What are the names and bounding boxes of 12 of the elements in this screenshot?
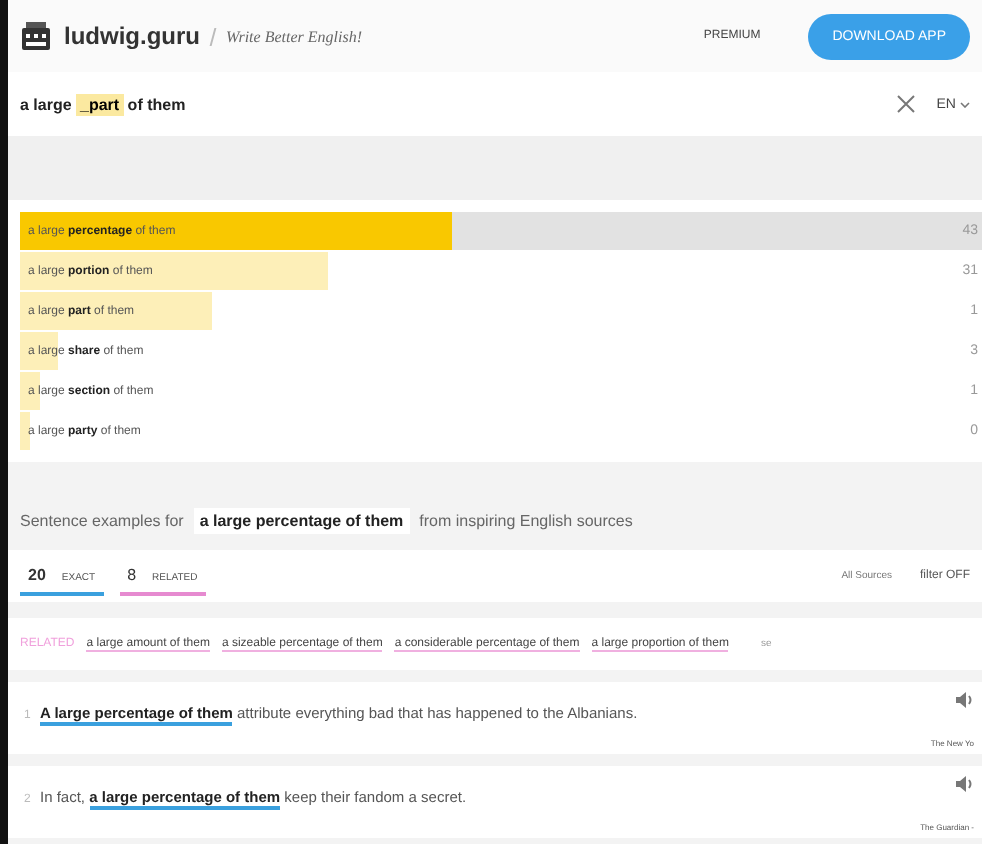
divider-slash: [209, 27, 217, 45]
heading-phrase: a large percentage of them: [193, 507, 410, 533]
tagline: Write Better English!: [226, 27, 362, 45]
heading-text: Sentence examples for: [20, 511, 184, 529]
speaker-icon[interactable]: [956, 692, 974, 708]
caret-icon: [960, 101, 970, 107]
site-name[interactable]: ludwig.guru: [64, 22, 200, 50]
heading-text: from inspiring English sources: [419, 511, 633, 529]
keyboard-logo-icon: [20, 20, 52, 52]
search-query[interactable]: a large _part of them: [20, 95, 186, 113]
speaker-icon[interactable]: [956, 776, 974, 792]
close-icon[interactable]: [896, 94, 917, 114]
